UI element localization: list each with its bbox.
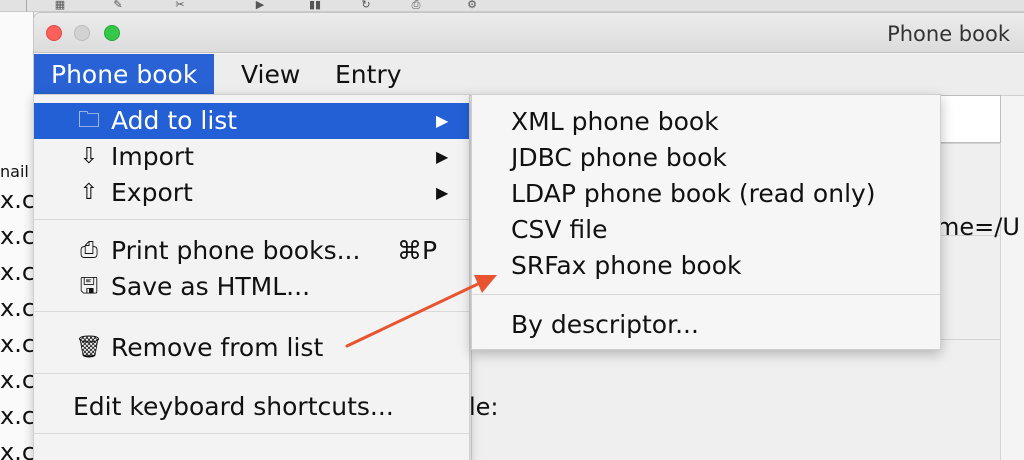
menu-separator — [34, 433, 469, 434]
submenu-separator — [472, 294, 940, 295]
toolbar-tool-icon[interactable]: ↻ — [356, 0, 376, 10]
list-item[interactable]: x.c — [0, 402, 33, 430]
background-list-column: nail x.c x.c x.c x.c x.c x.c x.c x.c — [0, 12, 34, 460]
folder-icon: 🗀 — [77, 108, 100, 133]
list-item[interactable]: x.c — [0, 258, 33, 286]
list-item[interactable]: x.c — [0, 222, 33, 250]
menu-phone-book[interactable]: Phone book — [34, 54, 215, 96]
submenu-item-label: SRFax phone book — [511, 251, 742, 280]
menu-item-label: Remove from list — [111, 333, 324, 362]
menu-item-label: Import — [111, 142, 194, 171]
menu-separator — [34, 311, 469, 312]
path-text: me=/U — [936, 213, 1020, 241]
menu-item-print-phone-books[interactable]: ⎙ Print phone books... ⌘P — [34, 233, 469, 269]
menu-item-label: Print phone books... — [111, 236, 361, 265]
title-bar[interactable]: Phone book — [34, 13, 1024, 53]
list-item[interactable]: x.c — [0, 330, 33, 358]
list-item[interactable]: x.c — [0, 366, 33, 394]
menu-item-add-to-list[interactable]: 🗀 Add to list ▶ — [34, 103, 469, 139]
toolbar-separator — [26, 0, 27, 12]
menu-item-label: Save as HTML... — [111, 272, 311, 301]
menu-item-edit-keyboard-shortcuts[interactable]: Edit keyboard shortcuts... — [34, 389, 469, 425]
menu-item-label: Add to list — [111, 106, 238, 135]
menu-entry[interactable]: Entry — [318, 54, 419, 96]
submenu-item-srfax-phone-book[interactable]: SRFax phone book — [472, 248, 940, 284]
menu-view[interactable]: View — [224, 54, 317, 96]
menu-bar: Phone book View Entry — [34, 54, 1024, 96]
zoom-window-button[interactable] — [104, 25, 120, 41]
submenu-item-by-descriptor[interactable]: By descriptor... — [472, 307, 940, 343]
menu-item-label: Edit keyboard shortcuts... — [73, 392, 394, 421]
add-to-list-submenu: XML phone book JDBC phone book LDAP phon… — [471, 94, 941, 350]
submenu-arrow-icon: ▶ — [436, 183, 449, 202]
column-header: nail — [0, 162, 29, 181]
toolbar-tool-icon[interactable]: ▶ — [250, 0, 270, 10]
menu-item-export[interactable]: ⇧ Export ▶ — [34, 175, 469, 211]
import-icon: ⇩ — [79, 144, 99, 169]
search-input[interactable] — [936, 95, 1001, 143]
submenu-item-csv-file[interactable]: CSV file — [472, 212, 940, 248]
list-item[interactable]: x.c — [0, 294, 33, 322]
list-item[interactable]: x.c — [0, 186, 33, 214]
toolbar-tool-icon[interactable]: ✎ — [108, 0, 128, 10]
menu-separator — [34, 373, 469, 374]
window-title: Phone book — [887, 22, 1010, 46]
menu-item-remove-from-list[interactable]: 🗑 Remove from list — [34, 330, 469, 366]
floppy-disk-icon: 🖫 — [79, 274, 99, 299]
background-toolbar: ▦ ✎ ✂ ▶ ▮▮ ↻ ⎙ ⚙ — [0, 0, 1024, 12]
toolbar-tool-icon[interactable]: ⎙ — [406, 0, 426, 10]
submenu-item-label: CSV file — [511, 215, 608, 244]
toolbar-tool-icon[interactable]: ▦ — [50, 0, 70, 10]
trash-icon: 🗑 — [75, 335, 103, 360]
printer-icon: ⎙ — [80, 238, 98, 263]
minimize-window-button[interactable] — [74, 25, 90, 41]
export-icon: ⇧ — [79, 180, 99, 205]
submenu-item-label: XML phone book — [511, 107, 719, 136]
toolbar-tool-icon[interactable]: ✂ — [170, 0, 190, 10]
menu-item-import[interactable]: ⇩ Import ▶ — [34, 139, 469, 175]
toolbar-tool-icon[interactable]: ⚙ — [462, 0, 482, 10]
phone-book-menu: 🗀 Add to list ▶ ⇩ Import ▶ ⇧ Export ▶ ⎙ … — [33, 94, 470, 460]
submenu-arrow-icon: ▶ — [436, 111, 449, 130]
submenu-item-label: By descriptor... — [511, 310, 699, 339]
toolbar-tool-icon[interactable]: ▮▮ — [305, 0, 325, 10]
menu-separator — [34, 219, 469, 220]
shortcut-label: ⌘P — [397, 236, 438, 265]
menu-item-label: Export — [111, 178, 193, 207]
submenu-arrow-icon: ▶ — [436, 147, 449, 166]
submenu-item-ldap-phone-book[interactable]: LDAP phone book (read only) — [472, 176, 940, 212]
submenu-item-xml-phone-book[interactable]: XML phone book — [472, 104, 940, 140]
list-item[interactable]: x.c — [0, 438, 33, 460]
close-window-button[interactable] — [46, 25, 62, 41]
field-label: le: — [469, 393, 499, 421]
submenu-item-jdbc-phone-book[interactable]: JDBC phone book — [472, 140, 940, 176]
submenu-item-label: JDBC phone book — [511, 143, 727, 172]
menu-item-save-as-html[interactable]: 🖫 Save as HTML... — [34, 269, 469, 305]
submenu-item-label: LDAP phone book (read only) — [511, 179, 876, 208]
